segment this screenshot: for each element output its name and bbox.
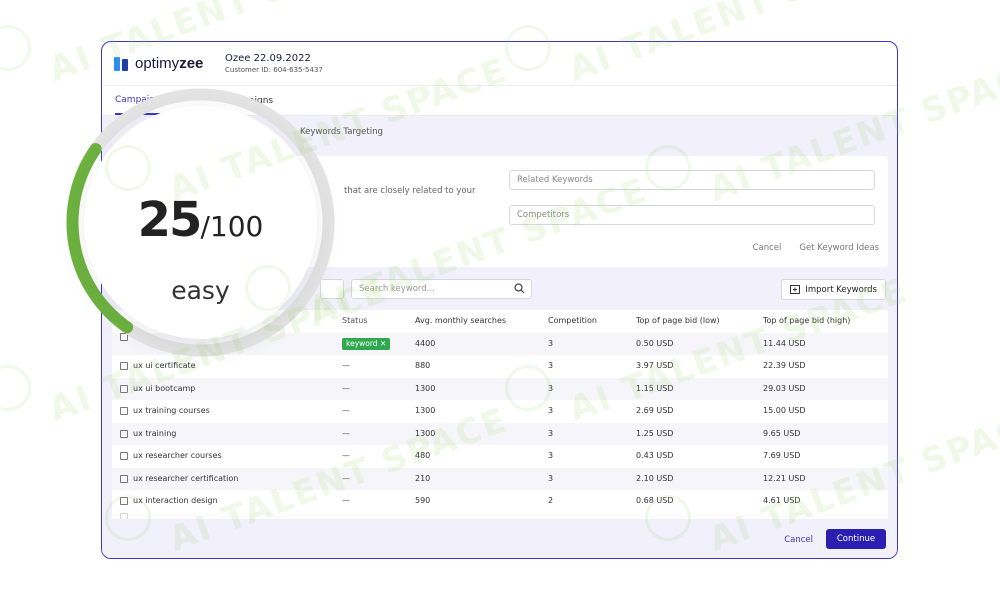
row-bid-low: 0.68 USD [636,496,674,505]
import-keywords-button[interactable]: Import Keywords [781,279,886,300]
customer-info: Ozee 22.09.2022 Customer ID: 604-635-543… [225,53,323,74]
related-keywords-input[interactable]: Related Keywords [509,170,875,190]
row-bid-low: 1.15 USD [636,383,674,393]
logo-arrows-icon [113,55,131,73]
row-status: — [342,406,350,415]
header-avg-searches: Avg. monthly searches [415,316,507,325]
row-bid-high: 11.44 USD [763,338,806,348]
row-competition: 3 [548,473,554,483]
search-placeholder: Search keyword... [359,284,435,294]
row-status: — [342,383,350,393]
score-value: 25/100 [84,192,317,248]
get-keyword-ideas-button[interactable]: Get Keyword Ideas [799,243,879,253]
difficulty-score-badge: 25/100 easy [62,84,339,361]
continue-button[interactable]: Continue [826,529,886,549]
table-row: ux ui bootcamp — 1300 3 1.15 USD 29.03 U… [112,377,888,401]
row-bid-high: 22.39 USD [763,361,806,370]
row-checkbox[interactable] [120,384,128,393]
watermark-clover-icon [0,25,31,71]
row-checkbox[interactable] [120,452,128,461]
keyword-status-chip[interactable]: keyword ✕ [342,337,391,350]
row-avg-searches: 1300 [415,428,436,438]
ideas-cancel-button[interactable]: Cancel [753,243,782,253]
row-avg-searches: 1300 [415,383,436,393]
row-bid-low: 0.50 USD [636,338,674,348]
row-keyword[interactable]: ux training [120,423,176,446]
row-competition: 2 [548,496,554,505]
header-bid-low: Top of page bid (low) [636,316,720,325]
row-status: — [342,428,350,438]
row-checkbox[interactable] [120,362,128,371]
row-avg-searches: 4400 [415,338,436,348]
row-keyword[interactable]: ux ui bootcamp [120,378,195,401]
row-checkbox[interactable] [120,407,128,416]
row-bid-high: 15.00 USD [763,406,806,415]
logo: optimyzee [113,55,219,73]
score-max: /100 [200,210,264,243]
watermark-clover-icon [0,365,31,411]
table-row: ux training courses — 1300 3 2.69 USD 15… [112,400,888,423]
import-keywords-label: Import Keywords [805,284,877,295]
row-avg-searches: 480 [415,451,431,460]
ideas-actions: Cancel Get Keyword Ideas [753,243,879,253]
score-circle: 25/100 easy [84,106,317,339]
top-bar: optimyzee Ozee 22.09.2022 Customer ID: 6… [102,42,897,86]
search-input[interactable]: Search keyword... [351,279,532,299]
score-number: 25 [137,192,203,248]
row-bid-high: 29.03 USD [763,383,806,393]
row-competition: 3 [548,406,554,415]
search-icon [514,283,525,294]
header-competition: Competition [548,316,597,325]
row-competition: 3 [548,451,554,460]
score-label: easy [171,276,230,305]
row-avg-searches: 590 [415,496,431,505]
row-avg-searches: 210 [415,473,431,483]
row-avg-searches: 1300 [415,406,436,415]
table-row: ux researcher certification — 210 3 2.10… [112,467,888,491]
row-keyword[interactable]: ux researcher certification [120,468,238,491]
row-bid-high: 4.61 USD [763,496,801,505]
customer-id: Customer ID: 604-635-5437 [225,66,323,74]
ideas-description: that are closely related to your [344,186,476,196]
row-competition: 3 [548,338,554,348]
import-icon [790,285,801,294]
row-bid-high: 9.65 USD [763,428,801,438]
row-bid-low: 2.69 USD [636,406,674,415]
row-status: — [342,361,350,370]
footer-cancel-button[interactable]: Cancel [784,535,813,545]
logo-text: optimyzee [135,55,204,72]
row-bid-low: 0.43 USD [636,451,674,460]
header-status: Status [342,316,368,325]
row-keyword[interactable]: ux researcher courses [120,445,222,468]
row-keyword[interactable]: ux training courses [120,400,210,423]
row-keyword[interactable]: ux interaction design [120,490,218,513]
header-bid-high: Top of page bid (high) [763,316,851,325]
row-competition: 3 [548,383,554,393]
table-row: ux researcher courses — 480 3 0.43 USD 7… [112,445,888,468]
table-row: ux training — 1300 3 1.25 USD 9.65 USD [112,422,888,446]
row-checkbox[interactable] [120,474,128,483]
row-bid-low: 2.10 USD [636,473,674,483]
row-status: keyword ✕ [342,333,391,356]
row-checkbox[interactable] [120,497,128,506]
row-checkbox[interactable] [120,429,128,438]
customer-name: Ozee 22.09.2022 [225,53,311,64]
row-status: — [342,496,350,505]
row-avg-searches: 880 [415,361,431,370]
competitors-input[interactable]: Competitors [509,205,875,225]
footer-bar: Cancel Continue [102,519,897,558]
row-bid-high: 12.21 USD [763,473,806,483]
row-competition: 3 [548,428,554,438]
row-status: — [342,451,350,460]
row-bid-high: 7.69 USD [763,451,801,460]
canvas: optimyzee Ozee 22.09.2022 Customer ID: 6… [0,0,1000,600]
row-status: — [342,473,350,483]
row-bid-low: 1.25 USD [636,428,674,438]
table-row: ux interaction design — 590 2 0.68 USD 4… [112,490,888,513]
row-competition: 3 [548,361,554,370]
row-bid-low: 3.97 USD [636,361,674,370]
